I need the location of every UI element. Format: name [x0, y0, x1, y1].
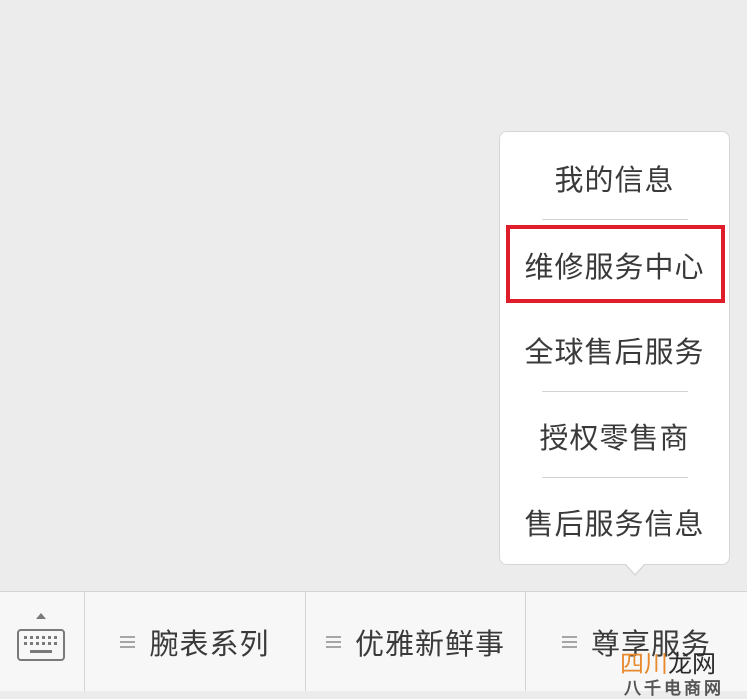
menu-item-label: 授权零售商 — [539, 421, 690, 455]
menu-item-my-info[interactable]: 我的信息 — [500, 135, 729, 221]
tab-label: 尊享服务 — [590, 626, 711, 661]
tab-premium-service[interactable]: 尊享服务 — [526, 592, 747, 691]
keyboard-icon — [17, 629, 65, 661]
service-popup-menu: 我的信息 维修服务中心 全球售后服务 授权零售商 售后服务信息 — [499, 131, 730, 565]
menu-item-authorized-retailers[interactable]: 授权零售商 — [500, 393, 729, 479]
menu-lines-icon — [120, 635, 136, 648]
menu-item-label: 售后服务信息 — [524, 507, 705, 541]
tab-watch-series[interactable]: 腕表系列 — [85, 592, 306, 691]
menu-item-repair-center[interactable]: 维修服务中心 — [500, 222, 729, 308]
menu-lines-icon — [561, 635, 577, 648]
menu-item-after-sales-info[interactable]: 售后服务信息 — [500, 479, 729, 565]
menu-item-global-after-sales[interactable]: 全球售后服务 — [500, 307, 729, 393]
tab-label: 优雅新鲜事 — [354, 626, 505, 661]
menu-lines-icon — [325, 635, 341, 648]
bottom-menu-bar: 腕表系列 优雅新鲜事 尊享服务 — [0, 591, 747, 691]
menu-item-label: 维修服务中心 — [524, 250, 705, 284]
menu-divider — [542, 219, 688, 220]
caret-up-icon — [36, 613, 46, 619]
keyboard-toggle-button[interactable] — [0, 592, 85, 691]
tab-elegant-news[interactable]: 优雅新鲜事 — [306, 592, 526, 691]
menu-divider — [542, 477, 688, 478]
tab-label: 腕表系列 — [149, 626, 270, 661]
menu-pointer-fill — [625, 563, 645, 574]
menu-item-label: 全球售后服务 — [524, 335, 705, 369]
menu-item-label: 我的信息 — [554, 163, 675, 197]
menu-divider — [542, 391, 688, 392]
